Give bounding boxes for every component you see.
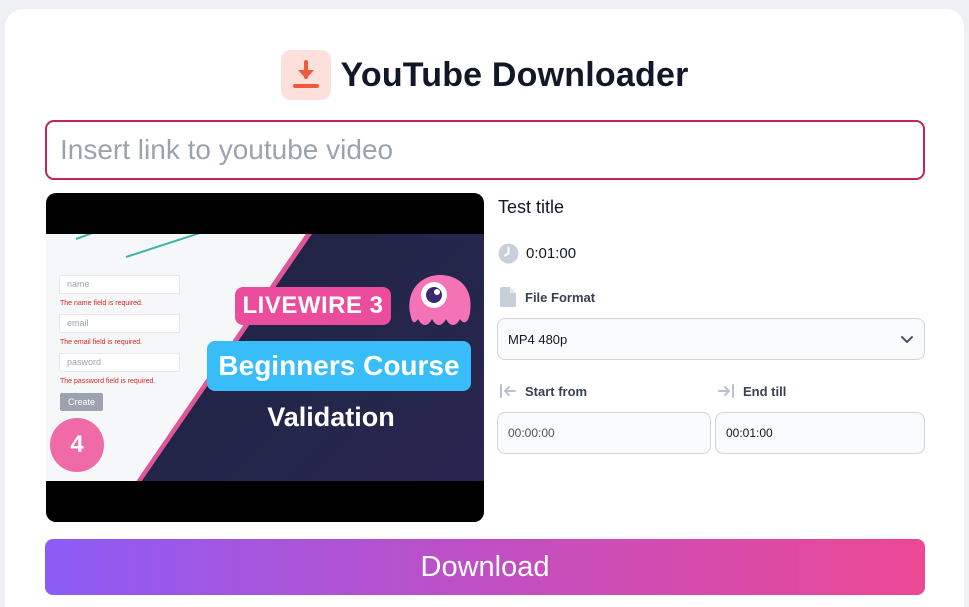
arrow-left-to-line-icon [500,384,516,398]
duration-row: 0:01:00 [498,243,576,264]
download-button[interactable]: Download [45,539,925,595]
video-title: Test title [498,197,565,217]
chevron-down-icon [901,336,913,343]
page-title: YouTube Downloader [340,55,689,94]
app-header: YouTube Downloader [0,50,969,100]
end-till-label: End till [743,383,787,399]
download-logo-icon [280,50,331,100]
file-format-select[interactable]: MP4 480p [497,318,925,360]
thumbnail-email-error: The email field is required. [60,339,143,346]
file-format-label: File Format [525,289,596,305]
file-icon [500,287,516,307]
thumbnail-create-button: Create [60,393,103,411]
thumbnail-email-field: email [59,314,180,333]
start-from-label: Start from [525,383,588,399]
thumbnail-name-error: The name field is required. [60,300,143,307]
file-format-selected-value: MP4 480p [508,331,568,347]
arrow-right-to-line-icon [718,384,734,398]
clock-icon [498,243,519,264]
file-format-label-row: File Format [498,287,595,307]
livewire-mascot-icon [409,275,471,325]
video-url-input[interactable] [45,120,925,180]
video-thumbnail: name The name field is required. email T… [46,193,484,522]
start-from-label-row: Start from [498,381,587,401]
end-time-input[interactable] [715,412,925,454]
episode-number-badge: 4 [50,418,104,472]
thumbnail-password-field: pasword [59,353,180,372]
thumbnail-name-field: name [59,275,180,294]
thumbnail-password-error: The password field is required. [60,378,156,385]
end-till-label-row: End till [716,381,786,401]
course-badge: Beginners Course [207,341,471,391]
video-duration: 0:01:00 [526,245,577,262]
series-badge: LIVEWIRE 3 [235,287,391,325]
start-time-input[interactable] [497,412,711,454]
topic-label: Validation [267,402,395,432]
